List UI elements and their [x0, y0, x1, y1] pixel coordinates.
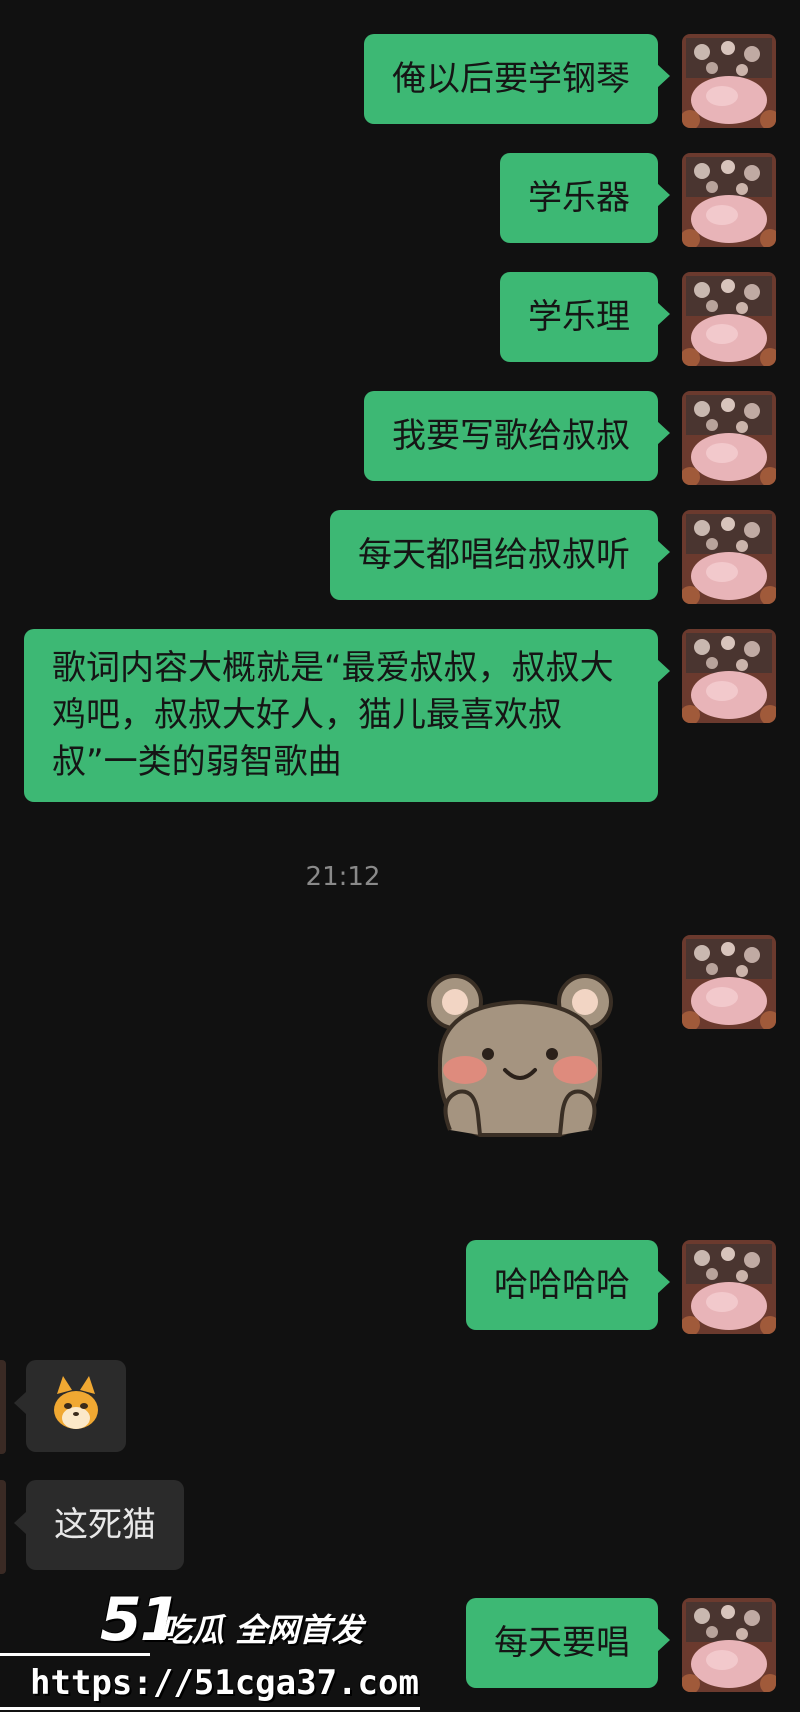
outgoing-message[interactable]: 哈哈哈哈 [466, 1240, 670, 1330]
outgoing-message[interactable]: 学乐理 [500, 272, 670, 362]
incoming-message[interactable]: 这死猫 [14, 1480, 184, 1570]
contact-avatar[interactable] [0, 1480, 6, 1574]
doge-emoji-icon [54, 1376, 98, 1429]
watermark: 51 吃瓜 全网首发 https://51cga37.com [0, 1575, 420, 1712]
user-avatar[interactable] [682, 391, 776, 485]
contact-avatar[interactable] [0, 1360, 6, 1454]
watermark-divider [0, 1653, 150, 1656]
message-timestamp: 21:12 [305, 862, 381, 892]
user-avatar[interactable] [682, 272, 776, 366]
outgoing-message[interactable]: 每天都唱给叔叔听 [330, 510, 670, 600]
outgoing-message[interactable]: 每天要唱 [466, 1598, 670, 1688]
outgoing-message[interactable]: 学乐器 [500, 153, 670, 243]
watermark-underline [0, 1707, 420, 1710]
watermark-url: https://51cga37.com [30, 1663, 419, 1703]
user-avatar[interactable] [682, 629, 776, 723]
user-avatar[interactable] [682, 153, 776, 247]
watermark-tagline: 吃瓜 全网首发 [160, 1611, 364, 1649]
user-avatar[interactable] [682, 510, 776, 604]
user-avatar[interactable] [682, 34, 776, 128]
outgoing-message[interactable]: 歌词内容大概就是“最爱叔叔，叔叔大鸡吧，叔叔大好人，猫儿最喜欢叔叔”一类的弱智歌… [24, 629, 670, 802]
outgoing-message[interactable]: 俺以后要学钢琴 [364, 34, 670, 124]
user-avatar[interactable] [682, 1598, 776, 1692]
user-avatar[interactable] [682, 1240, 776, 1334]
chat-view: 俺以后要学钢琴 学乐器 学乐理 我要写歌给叔叔 每天都唱给叔叔听 歌词内容大概就… [0, 0, 800, 1712]
bear-sticker[interactable] [420, 970, 620, 1145]
incoming-message[interactable] [14, 1360, 126, 1452]
outgoing-message[interactable]: 我要写歌给叔叔 [364, 391, 670, 481]
user-avatar[interactable] [682, 935, 776, 1029]
